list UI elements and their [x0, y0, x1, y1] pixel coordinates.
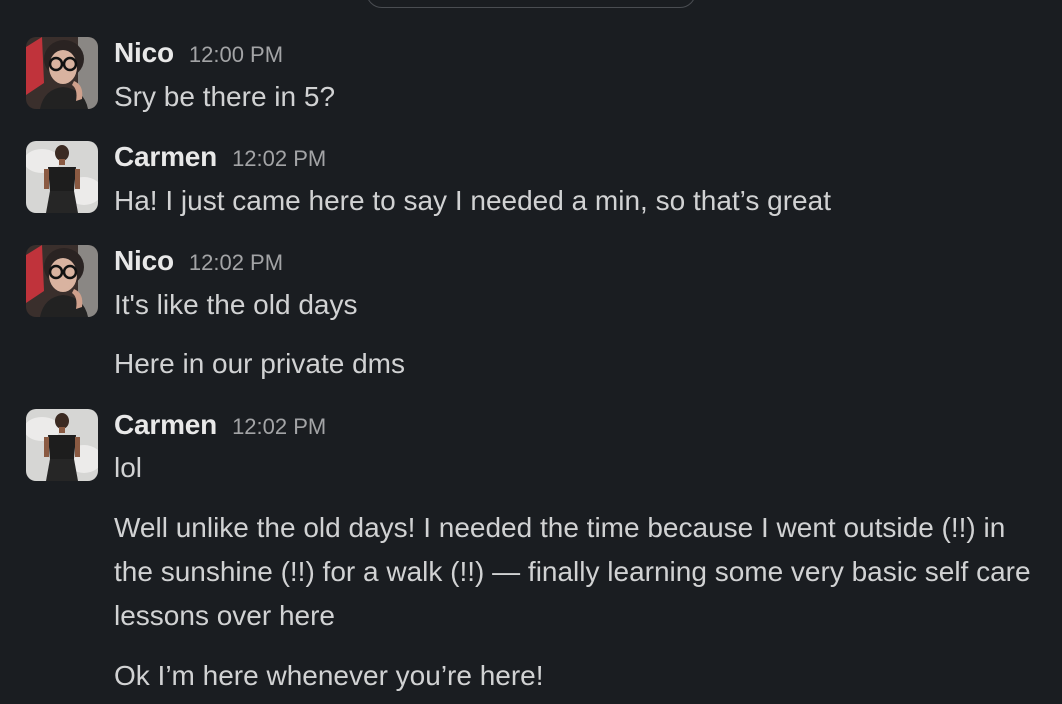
timestamp[interactable]: 12:02 PM: [232, 146, 326, 172]
sender-name[interactable]: Carmen: [114, 141, 217, 173]
nico-avatar-icon[interactable]: [26, 37, 98, 109]
sender-name[interactable]: Nico: [114, 245, 174, 277]
carmen-avatar-icon[interactable]: [26, 409, 98, 481]
message-text: Ha! I just came here to say I needed a m…: [114, 185, 831, 216]
date-divider-pill[interactable]: [366, 0, 696, 8]
carmen-avatar-icon[interactable]: [26, 141, 98, 213]
message-header: Nico 12:00 PM: [114, 37, 283, 73]
timestamp[interactable]: 12:00 PM: [189, 42, 283, 68]
message-header: Carmen 12:02 PM: [114, 409, 326, 445]
message-text: lol: [114, 452, 143, 483]
timestamp[interactable]: 12:02 PM: [189, 250, 283, 276]
nico-avatar-icon[interactable]: [26, 245, 98, 317]
sender-name[interactable]: Nico: [114, 37, 174, 69]
sender-name[interactable]: Carmen: [114, 409, 217, 441]
message-text: It's like the old days: [114, 289, 358, 320]
message-text: Ok I’m here whenever you’re here!: [114, 660, 544, 691]
message-header: Carmen 12:02 PM: [114, 141, 326, 177]
message-header: Nico 12:02 PM: [114, 245, 283, 281]
message-text: Sry be there in 5?: [114, 81, 336, 112]
timestamp[interactable]: 12:02 PM: [232, 414, 326, 440]
message-text: Here in our private dms: [114, 348, 406, 379]
message-text: Well unlike the old days! I needed the t…: [114, 512, 1031, 631]
message-feed: Nico 12:00 PM Sry be there in 5? Carmen …: [0, 0, 1062, 704]
